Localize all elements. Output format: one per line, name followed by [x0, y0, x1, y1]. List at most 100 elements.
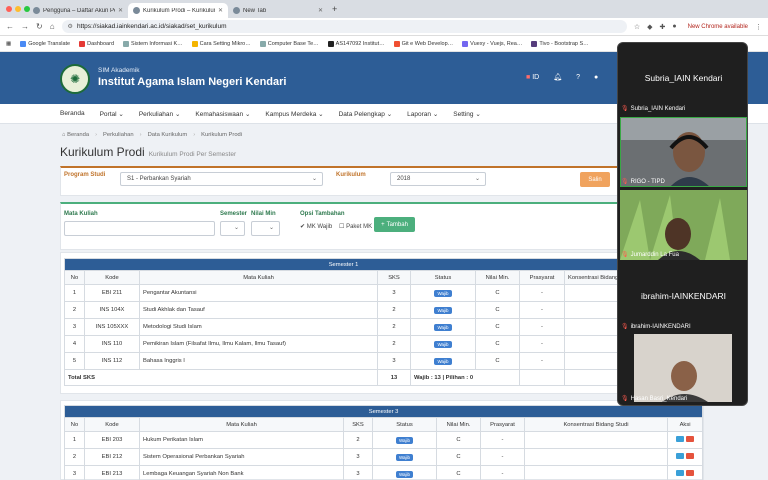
url-input[interactable]: ⚙ https://siakad.iainkendari.ac.id/siaka… [61, 20, 627, 33]
tambah-button[interactable]: + Tambah [374, 217, 415, 232]
browser-tab-active[interactable]: Kurikulum Prodi – Kurikulum P…✕ [128, 3, 228, 18]
close-tab-icon[interactable]: ✕ [318, 7, 323, 14]
status-badge: Wajib [395, 453, 414, 461]
minimize-window-button[interactable] [15, 6, 21, 12]
bookmark-item[interactable]: Git e Web Develop… [393, 40, 453, 47]
kurikulum-select[interactable]: 2018 ⌄ [390, 172, 486, 186]
delete-button[interactable] [686, 453, 695, 459]
table-row[interactable]: 2 INS 104X Studi Akhlak dan Tasauf 2 Wajib C - [64, 301, 624, 319]
site-info-icon[interactable]: ⚙ [68, 23, 73, 30]
checkbox-empty-icon: ☐ [339, 224, 345, 230]
bookmark-star-icon[interactable]: ☆ [634, 23, 640, 31]
kurikulum-label: Kurikulum [336, 172, 366, 178]
paket-mk-checkbox[interactable]: ☐ Paket MK [339, 223, 372, 230]
nilai-min-select[interactable]: ⌄ [251, 221, 280, 236]
bookmark-item[interactable]: Google Translate [20, 40, 70, 47]
breadcrumb-item[interactable]: Data Kurikulum [148, 132, 188, 138]
participant-video-tile[interactable] [620, 190, 747, 260]
brand-subtitle: SIM Akademik [98, 67, 140, 74]
menu-data-pelengkap[interactable]: Data Pelengkap ⌄ [339, 110, 393, 118]
extensions-puzzle-icon[interactable]: ✚ [660, 23, 666, 31]
menu-kampus-merdeka[interactable]: Kampus Merdeka ⌄ [265, 110, 323, 118]
screen: Pengguna – Daftar Akun Perso…✕ Kurikulum… [0, 0, 768, 480]
browser-tab[interactable]: New Tab ✕ [228, 3, 328, 18]
favicon-icon [133, 7, 140, 14]
close-window-button[interactable] [6, 6, 12, 12]
chevron-down-icon: ⌄ [318, 110, 324, 118]
col-prasyarat: Prasyarat [480, 417, 525, 432]
table-row[interactable]: 2 EBI 212 Sistem Operasional Perbankan Sya… [64, 448, 704, 466]
breadcrumb-item[interactable]: Perkuliahan [103, 132, 134, 138]
forward-icon[interactable]: → [21, 22, 29, 31]
bookmark-item[interactable]: Vuexy - Vuejs, Rea… [462, 40, 522, 47]
chevron-down-icon: ⌄ [118, 110, 124, 118]
col-aksi: Aksi [666, 417, 704, 432]
menu-setting[interactable]: Setting ⌄ [453, 110, 481, 118]
table-row[interactable]: 1 EBI 211 Pengantar Akuntansi 3 Wajib C - [64, 284, 624, 302]
table-row[interactable]: 3 INS 105XXX Metodologi Studi Islam 2 Wajib C… [64, 318, 624, 336]
menu-kemahasiswaan[interactable]: Kemahasiswaan ⌄ [195, 110, 250, 118]
menu-kebab-icon[interactable]: ⋮ [755, 23, 762, 31]
table-row[interactable]: 5 INS 112 Bahasa Inggris I 3 Wajib C - [64, 352, 624, 370]
bookmark-item[interactable]: Sistem Informasi K… [123, 40, 183, 47]
mic-muted-icon: 🎙︎ [621, 324, 629, 330]
bookmark-item[interactable]: Dashboard [79, 40, 114, 47]
menu-portal[interactable]: Portal ⌄ [100, 110, 124, 118]
participant-video-tile[interactable] [620, 117, 747, 187]
menu-beranda[interactable]: Beranda [60, 110, 85, 117]
col-mata-kuliah: Mata Kuliah [139, 270, 378, 285]
menu-perkuliahan[interactable]: Perkuliahan ⌄ [139, 110, 181, 118]
mata-kuliah-label: Mata Kuliah [64, 211, 98, 217]
window-controls [6, 6, 30, 12]
prodi-select[interactable]: S1 - Perbankan Syariah ⌄ [120, 172, 323, 186]
new-tab-button[interactable]: + [332, 4, 337, 14]
breadcrumb-separator: › [139, 132, 142, 138]
bookmark-item[interactable]: AS147092 Institut… [327, 40, 385, 47]
delete-button[interactable] [686, 436, 695, 442]
bookmark-item[interactable]: Cara Setting Mikro… [191, 40, 251, 47]
chevron-down-icon: ⌄ [386, 110, 393, 118]
browser-tab[interactable]: Pengguna – Daftar Akun Perso…✕ [28, 3, 128, 18]
close-tab-icon[interactable]: ✕ [118, 7, 123, 14]
reload-icon[interactable]: ↻ [36, 22, 43, 31]
brand-title[interactable]: Institut Agama Islam Negeri Kendari [98, 76, 286, 88]
profile-icon[interactable]: ● [672, 23, 676, 30]
user-icon[interactable]: ● [594, 74, 598, 81]
prodi-label: Program Studi [64, 172, 106, 178]
home-icon[interactable]: ⌂ [50, 22, 55, 31]
status-badge: Wajib [434, 289, 452, 297]
table-row[interactable]: 4 INS 110 Pemikiran Islam (Filsafat Ilmu, … [64, 335, 624, 353]
extension-icon[interactable]: ◆ [647, 23, 652, 31]
update-chrome-button[interactable]: New Chrome available [688, 24, 748, 30]
delete-button[interactable] [686, 470, 695, 476]
edit-button[interactable] [676, 453, 685, 459]
table-header: No Kode Mata Kuliah SKS Status Nilai Min… [64, 417, 704, 432]
menu-laporan[interactable]: Laporan ⌄ [407, 110, 438, 118]
language-selector[interactable]: ■ ID [526, 74, 539, 81]
mk-wajib-checkbox[interactable]: ✔ MK Wajib [300, 223, 332, 230]
col-no: No [64, 417, 85, 432]
address-bar: ← → ↻ ⌂ ⚙ https://siakad.iainkendari.ac.… [0, 18, 768, 36]
bookmark-item[interactable]: Computer Base Te… [259, 40, 319, 47]
iain-logo-icon[interactable]: ✺ [60, 64, 90, 94]
status-badge: Wajib [434, 357, 452, 365]
mata-kuliah-input[interactable] [64, 221, 215, 236]
participant-video-tile[interactable] [634, 334, 732, 402]
back-icon[interactable]: ← [6, 22, 14, 31]
bookmark-item[interactable]: Tivo - Bootstrap S… [531, 40, 589, 47]
table-header: No Kode Mata Kuliah SKS Status Nilai Min… [64, 270, 624, 285]
apps-grid-icon[interactable]: ▦ [6, 41, 11, 47]
close-tab-icon[interactable]: ✕ [218, 7, 223, 14]
table-row[interactable]: 3 EBI 213 Lembaga Keuangan Syariah Non Ban… [64, 465, 704, 480]
table-row[interactable]: 1 EBI 203 Hukum Perikatan Islam 2 Wajib C - [64, 431, 704, 449]
edit-button[interactable] [676, 436, 685, 442]
status-badge: Wajib [395, 470, 414, 478]
help-icon[interactable]: ? [576, 74, 580, 81]
video-call-panel[interactable]: Subria_IAIN Kendari 🎙︎ Subria_IAIN Kendar… [617, 42, 748, 406]
chevron-down-icon: ⌄ [311, 176, 317, 182]
salin-button[interactable]: Salin [580, 172, 610, 187]
semester-select[interactable]: ⌄ [220, 221, 245, 236]
edit-button[interactable] [676, 470, 685, 476]
bell-icon[interactable]: 🔔︎ [553, 73, 562, 81]
breadcrumb-home[interactable]: ⌂ Beranda [62, 132, 89, 138]
